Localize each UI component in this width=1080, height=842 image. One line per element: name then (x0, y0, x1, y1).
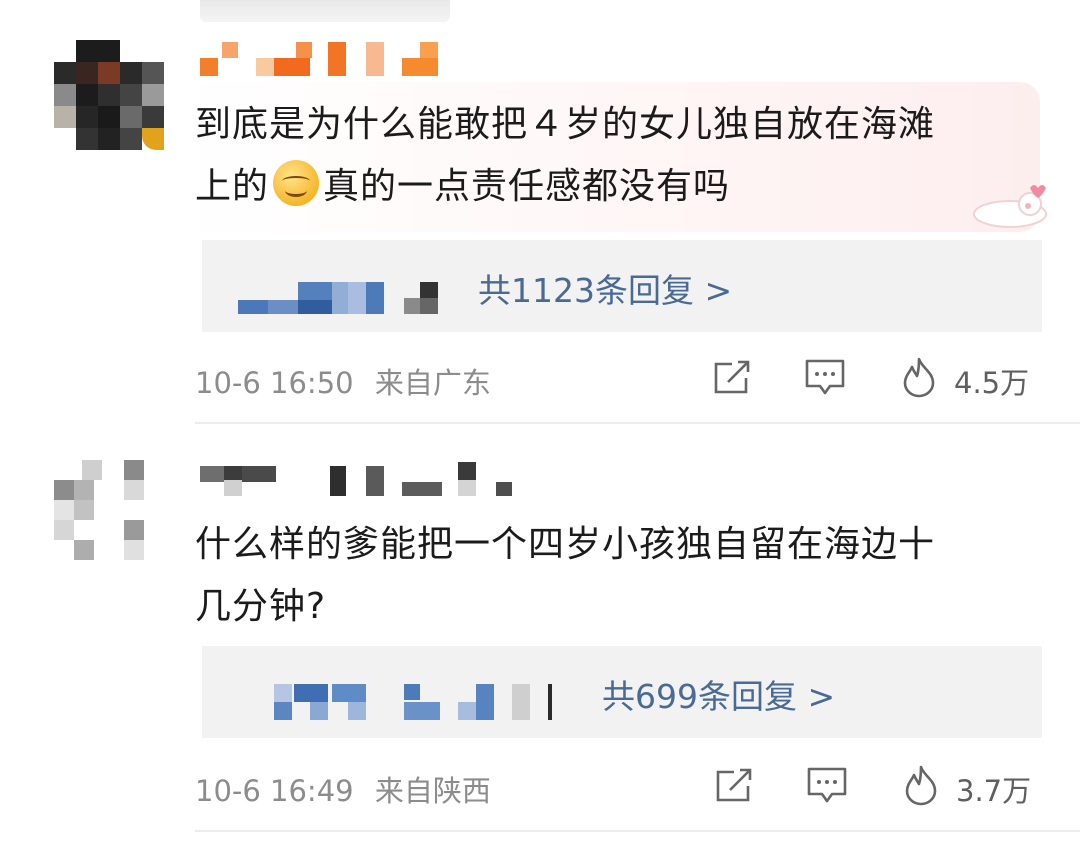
view-replies-link[interactable]: 共699条回复 > (602, 670, 835, 718)
fire-like-icon[interactable] (900, 356, 938, 398)
comment-icon[interactable] (804, 358, 846, 398)
replies-box[interactable]: 共1123条回复 > (202, 240, 1042, 332)
comment-text-line-2: 几分钟? (195, 586, 327, 627)
comment-meta: 10-6 16:50 来自广东 (195, 360, 491, 402)
text-fragment: 上的 (195, 166, 270, 207)
comment-time: 10-6 16:49 (195, 774, 354, 808)
share-icon[interactable] (712, 360, 752, 396)
comment-text: 到底是为什么能敢把４岁的女儿独自放在海滩 上的 真的一点责任感都没有吗 (195, 94, 1045, 218)
like-count: 3.7万 (956, 774, 1032, 808)
share-icon[interactable] (714, 768, 754, 804)
username-blurred[interactable] (200, 40, 500, 80)
fire-like-icon[interactable] (902, 764, 940, 806)
username-blurred[interactable] (200, 460, 512, 500)
comment-meta: 10-6 16:49 来自陕西 (195, 768, 491, 810)
comment-text-line-1: 到底是为什么能敢把４岁的女儿独自放在海滩 (195, 104, 936, 145)
comment-text-line-2: 上的 真的一点责任感都没有吗 (195, 156, 1045, 218)
view-replies-link[interactable]: 共1123条回复 > (478, 264, 732, 312)
comment-item: 什么样的爹能把一个四岁小孩独自留在海边十 几分钟? 共699条回复 > 10-6… (0, 420, 1080, 842)
comment-time: 10-6 16:50 (195, 366, 354, 400)
comment-location: 来自陕西 (374, 774, 491, 808)
comment-text: 什么样的爹能把一个四岁小孩独自留在海边十 几分钟? (195, 514, 1045, 638)
avatar-blurred[interactable] (54, 460, 164, 570)
text-fragment: 真的一点责任感都没有吗 (323, 166, 731, 207)
replies-box[interactable]: 共699条回复 > (202, 646, 1042, 738)
avatar-blurred[interactable] (54, 40, 164, 150)
comment-location: 来自广东 (374, 366, 491, 400)
smile-emoji-icon (273, 160, 320, 206)
comment-item: 到底是为什么能敢把４岁的女儿独自放在海滩 上的 真的一点责任感都没有吗 共1123… (0, 0, 1080, 420)
comment-divider (195, 830, 1080, 832)
comment-icon[interactable] (806, 766, 848, 806)
like-count: 4.5万 (954, 366, 1030, 400)
comment-text-line-1: 什么样的爹能把一个四岁小孩独自留在海边十 (195, 524, 936, 565)
